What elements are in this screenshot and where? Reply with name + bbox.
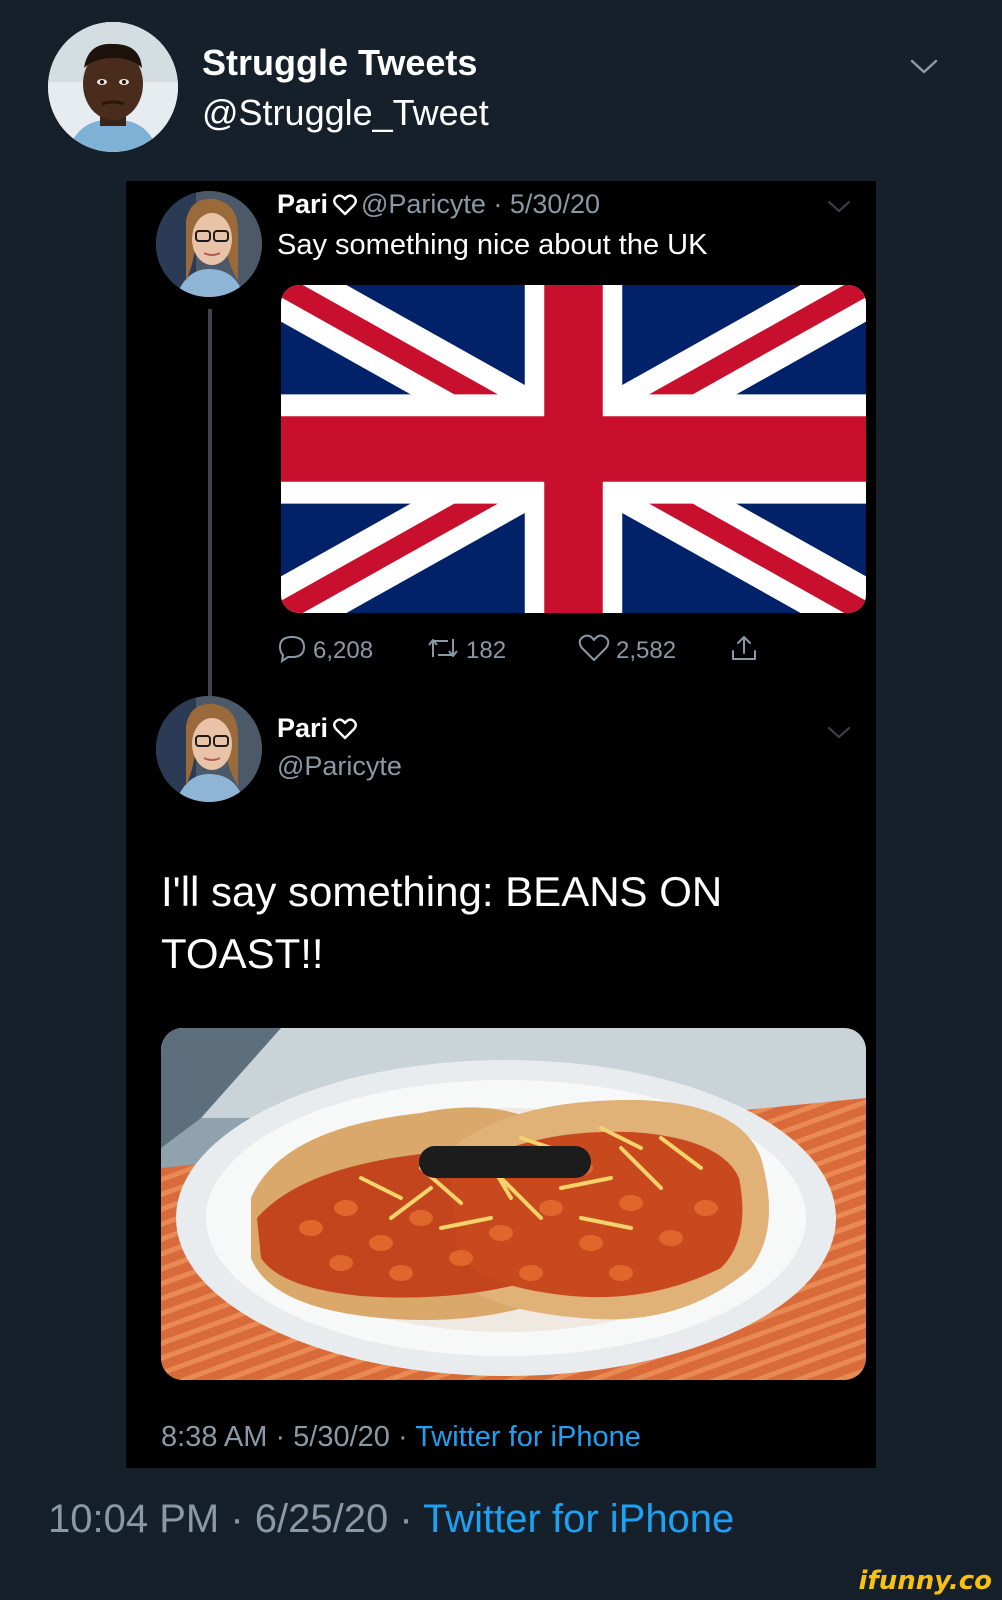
chevron-down-icon[interactable]: [908, 50, 940, 82]
pari-avatar[interactable]: [156, 191, 262, 297]
outer-display-name[interactable]: Struggle Tweets: [202, 42, 477, 84]
union-jack-image[interactable]: [281, 285, 866, 613]
heart-icon: [332, 194, 357, 221]
chevron-down-icon[interactable]: [826, 193, 852, 219]
outer-timestamp[interactable]: 10:04 PM · 6/25/20 ·: [48, 1497, 423, 1541]
reply-display-name[interactable]: Pari: [277, 713, 328, 743]
retweet-icon: [426, 633, 460, 670]
reply-icon: [277, 633, 307, 670]
heart-icon: [332, 718, 357, 745]
reply-timestamp[interactable]: 8:38 AM · 5/30/20 ·: [161, 1421, 415, 1453]
reply-source-link[interactable]: Twitter for iPhone: [415, 1421, 641, 1453]
outer-source-link[interactable]: Twitter for iPhone: [423, 1497, 734, 1541]
embedded-screenshot: Pari @Paricyte · 5/30/20 Say something n…: [126, 181, 876, 1468]
original-meta[interactable]: @Paricyte · 5/30/20: [361, 189, 600, 219]
pari-reply-avatar[interactable]: [156, 696, 262, 802]
reply-tweet-header: Pari: [277, 713, 357, 745]
reply-tweet-footer: 8:38 AM · 5/30/20 · Twitter for iPhone: [161, 1421, 641, 1454]
reply-action[interactable]: 6,208: [277, 631, 373, 671]
thread-line: [208, 309, 212, 699]
share-action[interactable]: [729, 631, 759, 671]
reply-tweet-text: I'll say something: BEANS ON TOAST!!: [161, 868, 723, 977]
outer-avatar[interactable]: [48, 22, 178, 152]
like-action[interactable]: 2,582: [578, 631, 676, 671]
share-icon: [729, 633, 759, 670]
ifunny-watermark: ifunny.co: [858, 1566, 992, 1596]
outer-handle[interactable]: @Struggle_Tweet: [202, 92, 489, 134]
outer-tweet-footer: 10:04 PM · 6/25/20 · Twitter for iPhone: [48, 1497, 734, 1542]
retweet-count: 182: [466, 637, 507, 664]
like-count: 2,582: [616, 637, 677, 664]
original-display-name[interactable]: Pari: [277, 189, 328, 219]
reply-handle[interactable]: @Paricyte: [277, 751, 402, 782]
original-tweet-header: Pari @Paricyte · 5/30/20: [277, 189, 600, 221]
original-tweet-text: Say something nice about the UK: [277, 229, 708, 261]
reply-count: 6,208: [313, 637, 374, 664]
like-icon: [578, 633, 610, 670]
chevron-down-icon[interactable]: [826, 719, 852, 745]
retweet-action[interactable]: 182: [426, 631, 506, 671]
beans-on-toast-image[interactable]: [161, 1028, 866, 1380]
